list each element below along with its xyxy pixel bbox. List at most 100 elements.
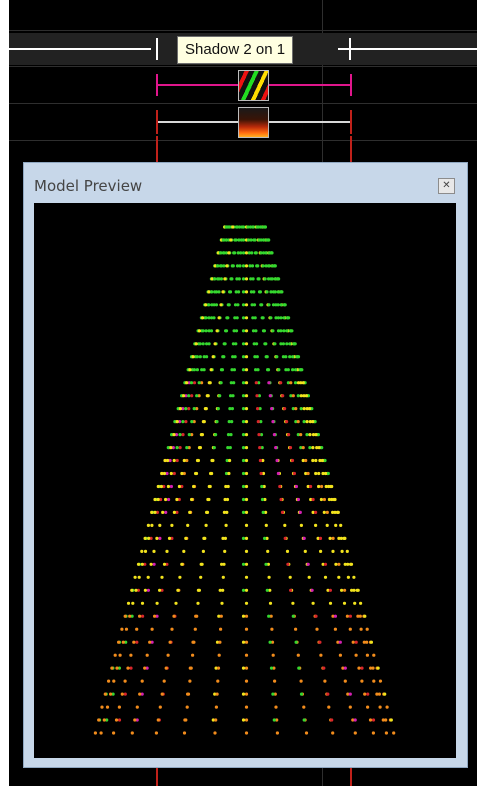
light-pixel [244, 588, 249, 592]
light-pixel [192, 381, 197, 385]
light-pixel [272, 433, 276, 437]
light-pixel [241, 303, 246, 307]
light-pixel [376, 666, 380, 670]
light-pixel [244, 446, 249, 450]
effect-start-handle[interactable] [156, 38, 158, 60]
light-pixel [311, 601, 315, 605]
stripes-effect-icon[interactable] [238, 70, 269, 101]
light-pixel [274, 705, 278, 709]
light-pixel [307, 575, 311, 579]
light-pixel [272, 718, 276, 722]
light-pixel [187, 433, 191, 437]
effect-tooltip: Shadow 2 on 1 [177, 36, 294, 64]
light-pixel [331, 731, 335, 735]
light-pixel [247, 238, 251, 242]
light-pixel [308, 433, 312, 437]
light-pixel [261, 329, 266, 333]
light-pixel [334, 523, 338, 527]
light-pixel [254, 368, 258, 372]
light-pixel [264, 562, 268, 566]
light-pixel [241, 433, 246, 437]
light-pixel [213, 342, 217, 346]
light-pixel [182, 458, 186, 463]
light-pixel [226, 484, 230, 489]
light-pixel [315, 627, 319, 631]
light-pixel [252, 238, 256, 242]
light-pixel [230, 407, 234, 411]
light-strand [257, 225, 357, 735]
light-pixel [189, 381, 194, 385]
light-pixel [128, 614, 132, 618]
light-pixel [256, 407, 260, 411]
light-pixel [276, 471, 280, 476]
effect-end-handle[interactable] [349, 38, 351, 60]
light-pixel [180, 562, 184, 566]
light-pixel [244, 562, 249, 566]
light-pixel [182, 731, 187, 735]
effect-bar-end[interactable] [350, 110, 352, 134]
light-pixel [210, 316, 214, 320]
light-pixel [120, 627, 124, 631]
light-pixel [269, 316, 273, 320]
fire-effect-icon[interactable] [238, 107, 269, 138]
light-pixel [172, 433, 176, 437]
light-pixel [359, 627, 363, 631]
light-pixel [244, 692, 249, 696]
light-pixel [266, 264, 271, 268]
light-pixel [132, 640, 136, 644]
light-pixel [146, 523, 150, 527]
light-pixel [126, 666, 130, 670]
light-pixel [317, 471, 321, 476]
effect-bar-start[interactable] [156, 74, 158, 96]
model-preview-window[interactable]: Model Preview ✕ [23, 162, 468, 768]
light-pixel [285, 420, 289, 424]
light-pixel [351, 640, 355, 644]
light-pixel [167, 497, 171, 502]
light-pixel [223, 342, 227, 346]
light-pixel [176, 588, 180, 592]
light-pixel [217, 277, 221, 281]
light-pixel [346, 562, 350, 566]
light-pixel [305, 433, 309, 437]
light-pixel [155, 601, 159, 605]
light-pixel [241, 329, 246, 333]
light-pixel [107, 679, 111, 683]
light-pixel [241, 264, 246, 268]
light-pixel [259, 471, 263, 476]
light-pixel [378, 679, 383, 683]
effect-bar-start[interactable] [156, 110, 158, 134]
light-pixel [339, 523, 343, 527]
light-pixel [296, 381, 301, 385]
light-pixel [309, 484, 313, 489]
light-pixel [270, 407, 274, 411]
light-pixel [143, 588, 147, 592]
light-pixel [182, 394, 186, 398]
light-strand [259, 225, 375, 735]
light-pixel [271, 420, 275, 424]
light-pixel [352, 575, 356, 579]
light-pixel [198, 355, 202, 359]
light-pixel [181, 420, 185, 424]
close-icon[interactable]: ✕ [438, 178, 455, 194]
light-pixel [153, 614, 157, 618]
light-pixel [264, 523, 268, 527]
light-strand [182, 225, 239, 735]
light-pixel [317, 484, 321, 489]
effect-bar-end[interactable] [350, 74, 352, 96]
light-pixel [211, 458, 215, 463]
light-pixel [196, 601, 200, 605]
light-pixel [198, 342, 202, 346]
light-pixel [360, 666, 364, 670]
light-strand [99, 225, 227, 735]
light-strand [263, 225, 388, 722]
light-pixel [244, 497, 249, 502]
light-pixel [224, 329, 229, 333]
light-strand [112, 225, 228, 735]
light-pixel [337, 575, 341, 579]
light-pixel [302, 718, 306, 722]
preview-canvas[interactable] [34, 203, 456, 758]
light-pixel [159, 484, 163, 489]
light-pixel [241, 484, 246, 489]
light-pixel [207, 290, 211, 294]
light-pixel [325, 510, 329, 514]
